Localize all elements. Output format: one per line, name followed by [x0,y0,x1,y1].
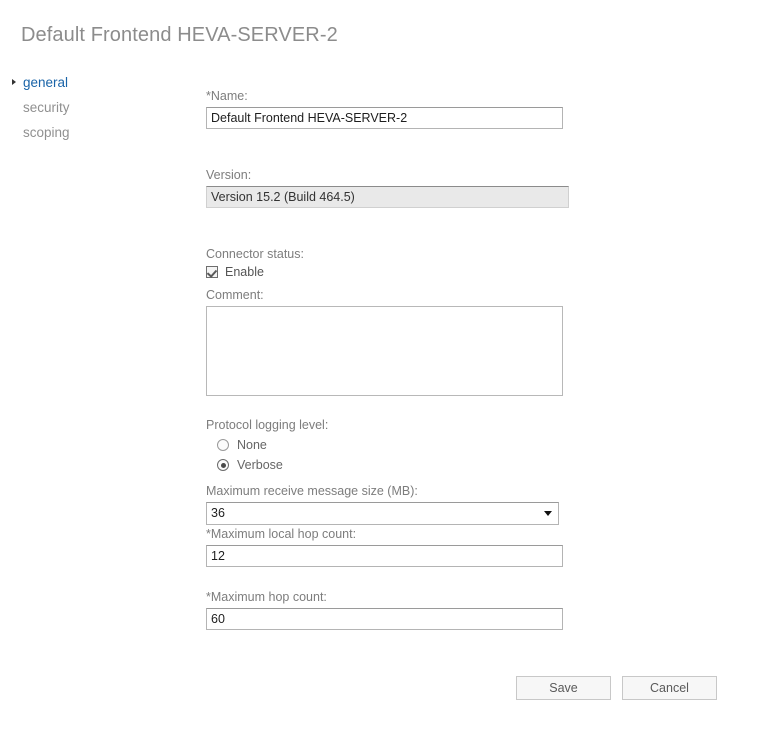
field-version: Version: [206,168,569,208]
sidebar-item-label: general [23,75,69,90]
comment-textarea[interactable] [206,306,563,396]
radio-row-verbose[interactable]: Verbose [206,458,328,472]
save-button[interactable]: Save [516,676,611,700]
radio-verbose-label[interactable]: Verbose [237,458,283,472]
version-label: Version: [206,168,252,182]
sidebar-item-general[interactable]: general [12,70,182,95]
radio-verbose[interactable] [217,459,229,471]
field-connector-status: Connector status: Enable [206,247,304,279]
max-local-hop-count-input[interactable] [206,545,563,567]
form-actions: Save Cancel [516,676,717,700]
field-max-local-hop-count: *Maximum local hop count: [206,527,563,567]
radio-none[interactable] [217,439,229,451]
sidebar-item-label: scoping [23,125,70,140]
max-hop-count-label: *Maximum hop count: [206,590,327,604]
protocol-logging-label: Protocol logging level: [206,418,329,432]
sidebar-item-label: security [23,100,70,115]
name-label: *Name: [206,89,248,103]
comment-label: Comment: [206,288,264,302]
enable-checkbox[interactable] [206,266,218,278]
caret-right-icon [12,79,16,85]
sidebar-item-scoping[interactable]: scoping [12,120,182,145]
max-receive-message-size-label: Maximum receive message size (MB): [206,484,418,498]
enable-checkbox-row[interactable]: Enable [206,265,304,279]
max-hop-count-input[interactable] [206,608,563,630]
max-receive-message-size-input[interactable] [206,502,559,525]
enable-checkbox-label[interactable]: Enable [225,265,264,279]
radio-row-none[interactable]: None [206,438,328,452]
version-value [206,186,569,208]
name-input[interactable] [206,107,563,129]
max-receive-message-size-combo[interactable] [206,502,559,525]
page-title: Default Frontend HEVA-SERVER-2 [21,24,338,46]
cancel-button[interactable]: Cancel [622,676,717,700]
max-local-hop-count-label: *Maximum local hop count: [206,527,357,541]
field-max-receive-message-size: Maximum receive message size (MB): [206,484,559,525]
field-name: *Name: [206,89,563,129]
field-protocol-logging-level: Protocol logging level: None Verbose [206,418,328,472]
sidebar-item-security[interactable]: security [12,95,182,120]
field-max-hop-count: *Maximum hop count: [206,590,563,630]
sidebar-nav: general security scoping [12,70,182,145]
radio-none-label[interactable]: None [237,438,267,452]
connector-status-label: Connector status: [206,247,304,261]
field-comment: Comment: [206,288,563,396]
